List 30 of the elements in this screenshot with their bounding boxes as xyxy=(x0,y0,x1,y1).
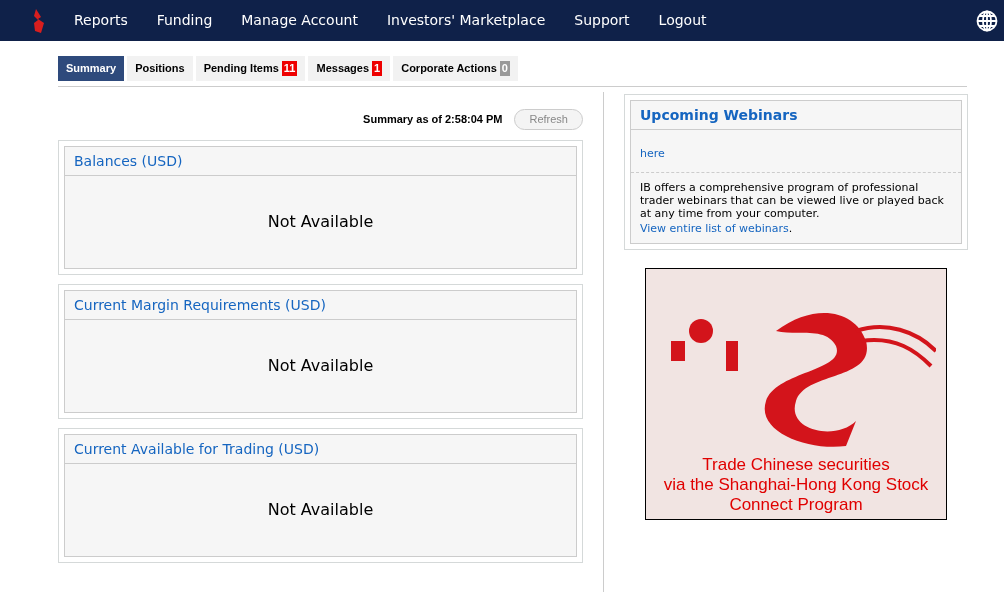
webinars-description: IB offers a comprehensive program of professional trader webinars that can be viewed live or played back at any time from your computer. xyxy=(640,181,945,220)
tab[interactable]: Positions xyxy=(127,56,193,81)
count-badge: 11 xyxy=(281,61,298,76)
banner-text: via the Shanghai-Hong Kong Stock xyxy=(663,475,929,495)
nav-link[interactable]: Manage Account xyxy=(241,10,358,31)
tab[interactable]: Pending Items 11 xyxy=(195,56,306,81)
panel-title: Current Available for Trading (USD) xyxy=(74,439,320,459)
webinars-title: Upcoming Webinars xyxy=(640,105,798,125)
banner-text: Connect Program xyxy=(729,495,863,515)
webinars-list-sentence: View entire list of webinars. xyxy=(640,222,794,235)
panel-title: Balances (USD) xyxy=(74,151,183,171)
not-available-text: Not Available xyxy=(267,355,374,377)
panel-title: Current Margin Requirements (USD) xyxy=(74,295,326,315)
tab[interactable]: Corporate Actions 0 xyxy=(393,56,518,81)
nav-link[interactable]: Investors' Marketplace xyxy=(386,10,546,31)
banner-text: Trade Chinese securities xyxy=(702,455,890,475)
count-badge: 0 xyxy=(499,61,510,76)
webinars-list-link[interactable]: View entire list of webinars xyxy=(640,222,789,235)
globe-icon[interactable] xyxy=(976,9,998,32)
webinar-link[interactable]: here xyxy=(640,147,665,160)
not-available-text: Not Available xyxy=(267,211,374,233)
nav-link[interactable]: Reports xyxy=(74,10,128,31)
count-badge: 1 xyxy=(372,61,383,76)
nav-link[interactable]: Support xyxy=(574,10,630,31)
nav-link[interactable]: Logout xyxy=(658,10,707,31)
nav-link[interactable]: Funding xyxy=(156,10,213,31)
tab[interactable]: Messages 1 xyxy=(308,56,391,81)
not-available-text: Not Available xyxy=(267,499,374,521)
summary-timestamp: Summary as of 2:58:04 PM xyxy=(363,111,503,127)
tab[interactable]: Summary xyxy=(58,56,125,81)
